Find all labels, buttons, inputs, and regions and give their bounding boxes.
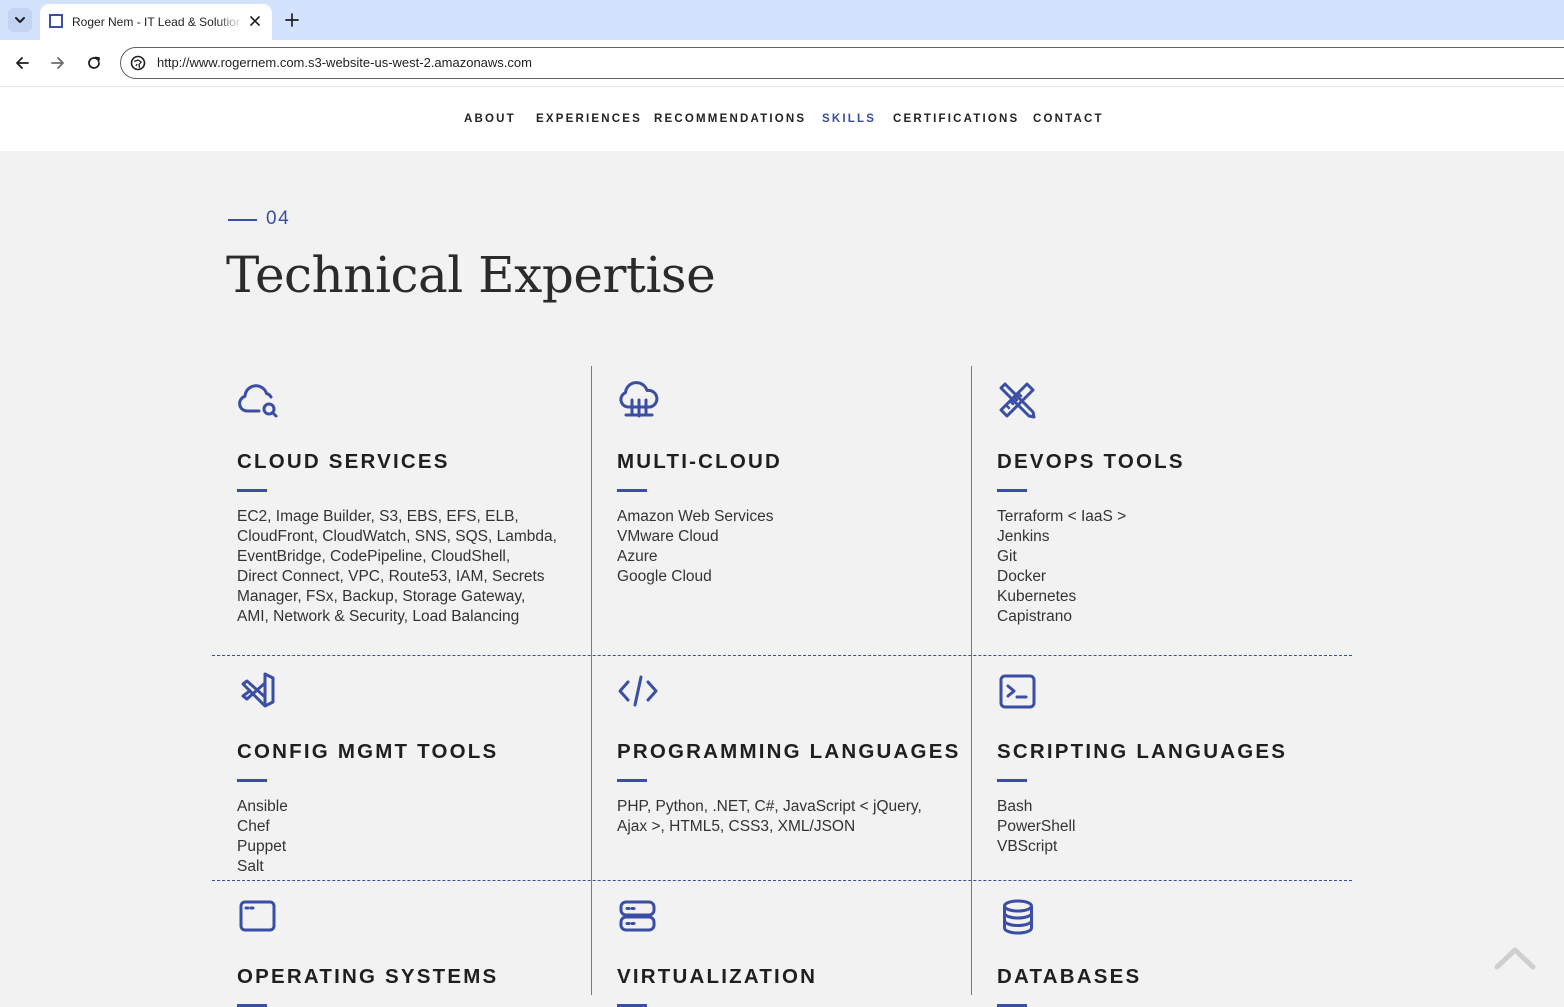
code-icon bbox=[618, 675, 658, 707]
skill-line: Azure bbox=[617, 548, 658, 565]
nav-about[interactable]: ABOUT bbox=[464, 87, 516, 151]
skill-line: Docker bbox=[997, 568, 1047, 585]
site-navigation: ABOUT EXPERIENCES RECOMMENDATIONS SKILLS… bbox=[0, 87, 1564, 151]
vscode-icon bbox=[241, 672, 275, 708]
skill-card-list: PHP, Python, .NET, C#, JavaScript < jQue… bbox=[617, 797, 942, 837]
skill-card-title: SCRIPTING LANGUAGES bbox=[997, 740, 1288, 763]
section-number: 04 bbox=[266, 208, 291, 229]
terminal-icon bbox=[999, 674, 1036, 709]
skill-card-title: VIRTUALIZATION bbox=[617, 965, 818, 988]
close-icon bbox=[250, 16, 260, 26]
plus-icon bbox=[285, 13, 299, 27]
grid-divider-horizontal bbox=[212, 655, 1352, 656]
nav-contact[interactable]: CONTACT bbox=[1033, 87, 1104, 151]
forward-button[interactable] bbox=[45, 50, 71, 76]
browser-toolbar: http://www.rogernem.com.s3-website-us-we… bbox=[0, 40, 1564, 87]
skill-line: Kubernetes bbox=[997, 588, 1077, 605]
skill-card-list: EC2, Image Builder, S3, EBS, EFS, ELB, C… bbox=[237, 507, 562, 627]
skill-card-title: DATABASES bbox=[997, 965, 1142, 988]
skill-card-title: CLOUD SERVICES bbox=[237, 450, 450, 473]
skill-card-title: CONFIG MGMT TOOLS bbox=[237, 740, 499, 763]
favicon-icon bbox=[49, 14, 63, 28]
tab-search-button[interactable] bbox=[8, 8, 32, 32]
skill-line: EventBridge, CodePipeline, CloudShell, bbox=[237, 548, 511, 565]
nav-certifications[interactable]: CERTIFICATIONS bbox=[893, 87, 1019, 151]
server-icon bbox=[619, 900, 656, 932]
cloud-network-icon bbox=[619, 381, 659, 418]
title-underline bbox=[617, 779, 647, 782]
chevron-down-icon bbox=[15, 17, 25, 23]
title-underline bbox=[237, 779, 267, 782]
nav-recommendations[interactable]: RECOMMENDATIONS bbox=[654, 87, 806, 151]
skill-line: Git bbox=[997, 548, 1017, 565]
skill-line: Manager, FSx, Backup, Storage Gateway, bbox=[237, 588, 526, 605]
skill-line: EC2, Image Builder, S3, EBS, EFS, ELB, bbox=[237, 508, 519, 525]
address-bar[interactable]: http://www.rogernem.com.s3-website-us-we… bbox=[120, 47, 1564, 79]
nav-experiences[interactable]: EXPERIENCES bbox=[536, 87, 642, 151]
tab-title: Roger Nem - IT Lead & Solutions Architec… bbox=[72, 15, 240, 29]
section-number-line bbox=[228, 219, 257, 221]
skill-card-list: Ansible Chef Puppet Salt bbox=[237, 797, 562, 877]
skill-line: Puppet bbox=[237, 838, 287, 855]
skill-line: Salt bbox=[237, 858, 264, 875]
scroll-to-top-button[interactable] bbox=[1494, 944, 1536, 978]
skill-line: Jenkins bbox=[997, 528, 1050, 545]
skill-line: CloudFront, CloudWatch, SNS, SQS, Lambda… bbox=[237, 528, 557, 545]
arrow-right-icon bbox=[51, 57, 64, 69]
skill-line: VBScript bbox=[997, 838, 1058, 855]
skill-line: Bash bbox=[997, 798, 1033, 815]
skill-line: Ajax >, HTML5, CSS3, XML/JSON bbox=[617, 818, 856, 835]
skill-line: PowerShell bbox=[997, 818, 1076, 835]
tab-close-button[interactable] bbox=[245, 11, 265, 31]
skill-card-list: Bash PowerShell VBScript bbox=[997, 797, 1322, 857]
skill-line: Ansible bbox=[237, 798, 288, 815]
grid-divider-vertical bbox=[971, 366, 972, 995]
skill-line: Direct Connect, VPC, Route53, IAM, Secre… bbox=[237, 568, 545, 585]
skill-card-title: DEVOPS TOOLS bbox=[997, 450, 1185, 473]
section-title: Technical Expertise bbox=[226, 246, 716, 304]
skill-line: Chef bbox=[237, 818, 270, 835]
title-underline bbox=[997, 489, 1027, 492]
skill-line: VMware Cloud bbox=[617, 528, 719, 545]
skill-card-title: MULTI-CLOUD bbox=[617, 450, 783, 473]
new-tab-button[interactable] bbox=[280, 8, 304, 32]
site-info-icon[interactable] bbox=[129, 54, 147, 72]
nav-skills[interactable]: SKILLS bbox=[822, 87, 876, 151]
browser-tab[interactable]: Roger Nem - IT Lead & Solutions Architec… bbox=[40, 4, 272, 40]
arrow-left-icon bbox=[16, 57, 29, 69]
url-text: http://www.rogernem.com.s3-website-us-we… bbox=[157, 55, 532, 70]
database-icon bbox=[1003, 899, 1033, 935]
title-underline bbox=[237, 489, 267, 492]
skill-line: PHP, Python, .NET, C#, JavaScript < jQue… bbox=[617, 798, 922, 815]
skill-card-list: Terraform < IaaS > Jenkins Git Docker Ku… bbox=[997, 507, 1322, 627]
reload-button[interactable] bbox=[81, 50, 107, 76]
skill-card-title: OPERATING SYSTEMS bbox=[237, 965, 499, 988]
app-window-icon bbox=[239, 900, 276, 932]
skill-line: Capistrano bbox=[997, 608, 1072, 625]
skill-card-title: PROGRAMMING LANGUAGES bbox=[617, 740, 961, 763]
grid-divider-vertical bbox=[591, 366, 592, 995]
skill-line: Amazon Web Services bbox=[617, 508, 774, 525]
title-underline bbox=[617, 489, 647, 492]
skill-line: AMI, Network & Security, Load Balancing bbox=[237, 608, 520, 625]
grid-divider-horizontal bbox=[212, 880, 1352, 881]
design-tools-icon bbox=[999, 382, 1036, 419]
title-underline bbox=[997, 779, 1027, 782]
skill-line: Google Cloud bbox=[617, 568, 712, 585]
skill-line: Terraform < IaaS > bbox=[997, 508, 1127, 525]
cloud-search-icon bbox=[238, 384, 278, 418]
browser-tab-strip: Roger Nem - IT Lead & Solutions Architec… bbox=[0, 0, 1564, 40]
chevron-up-icon bbox=[1494, 947, 1536, 970]
back-button[interactable] bbox=[9, 50, 35, 76]
reload-icon bbox=[88, 56, 100, 69]
skill-card-list: Amazon Web Services VMware Cloud Azure G… bbox=[617, 507, 942, 587]
